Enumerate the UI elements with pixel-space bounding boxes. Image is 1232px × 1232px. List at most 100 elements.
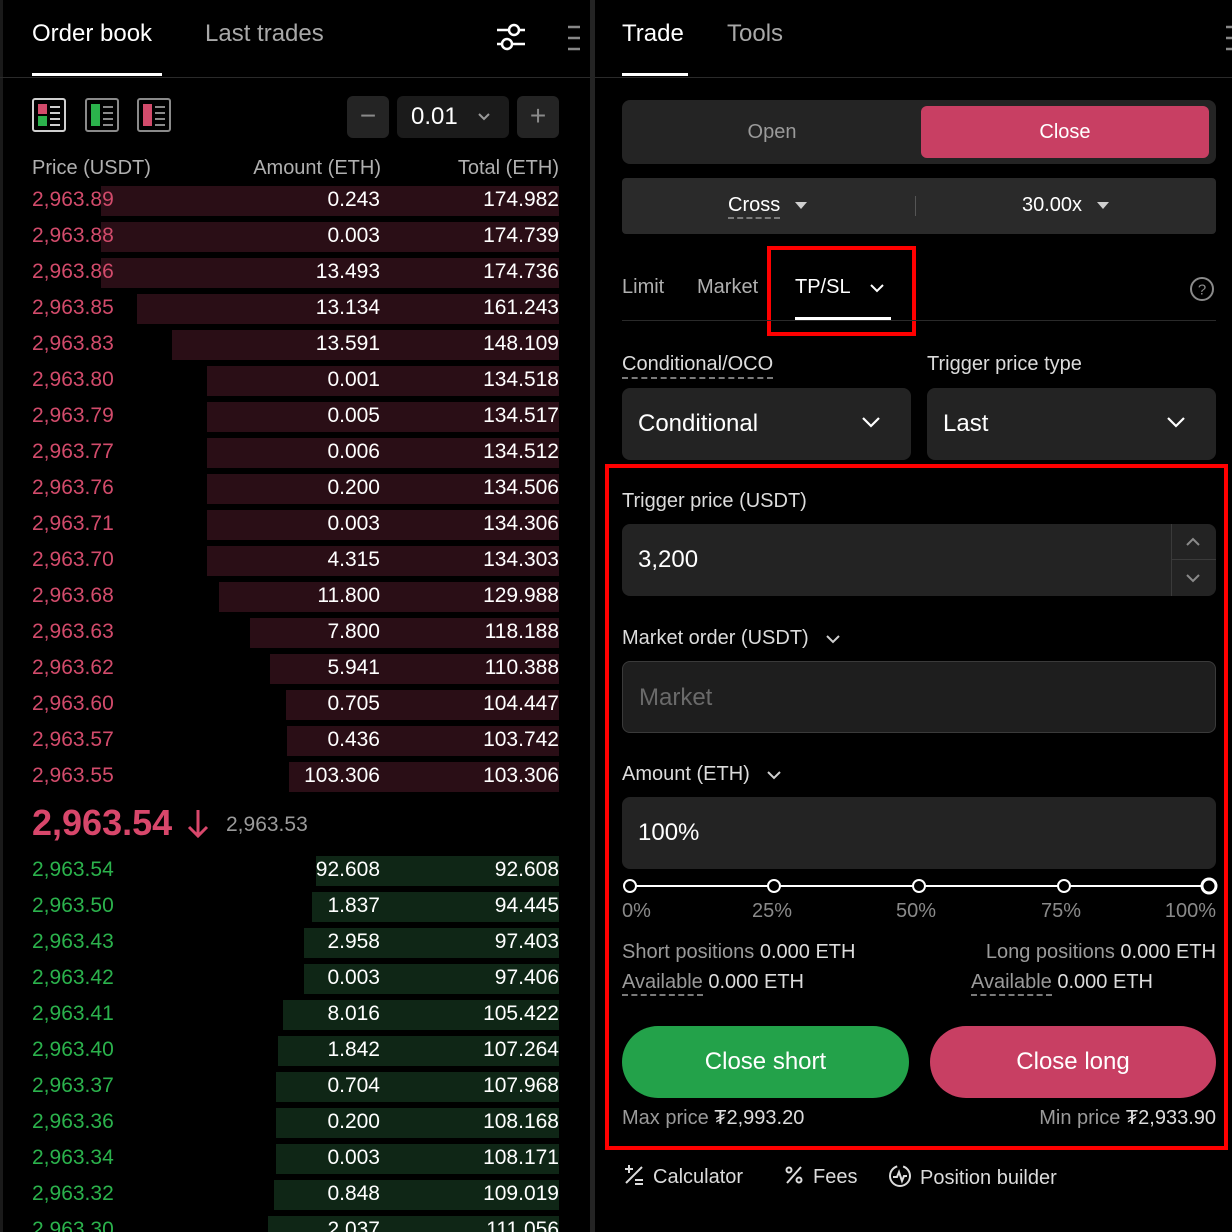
margin-mode-select[interactable]: Cross — [728, 194, 807, 219]
tick-increase-button[interactable]: + — [517, 96, 559, 138]
available-long-info: Available 0.000 ETH — [971, 971, 1153, 996]
ask-row[interactable]: 2,963.83 13.591 148.109 — [0, 328, 590, 362]
ask-row[interactable]: 2,963.88 0.003 174.739 — [0, 220, 590, 254]
bid-row[interactable]: 2,963.41 8.016 105.422 — [0, 998, 590, 1032]
bid-row[interactable]: 2,963.30 2.037 111.056 — [0, 1214, 590, 1232]
tab-order-book[interactable]: Order book — [32, 20, 152, 48]
leverage-value: 30.00x — [1022, 194, 1083, 216]
bid-row[interactable]: 2,963.36 0.200 108.168 — [0, 1106, 590, 1140]
ask-row[interactable]: 2,963.86 13.493 174.736 — [0, 256, 590, 290]
row-amount: 2.037 — [327, 1218, 380, 1232]
row-price: 2,963.57 — [32, 728, 114, 751]
bid-row[interactable]: 2,963.43 2.958 97.403 — [0, 926, 590, 960]
tick-size-select[interactable]: 0.01 — [397, 96, 509, 138]
row-amount: 0.243 — [327, 188, 380, 211]
drag-handle-icon[interactable] — [1224, 24, 1232, 52]
close-long-button[interactable]: Close long — [930, 1026, 1216, 1098]
ask-row[interactable]: 2,963.71 0.003 134.306 — [0, 508, 590, 542]
slider-mark-75[interactable] — [1057, 879, 1071, 893]
tab-last-trades[interactable]: Last trades — [205, 20, 324, 48]
amount-slider[interactable] — [620, 876, 1220, 896]
close-button[interactable]: Close — [921, 106, 1209, 158]
market-order-label-toggle[interactable]: Market order (USDT) — [622, 627, 841, 650]
view-both-button[interactable] — [32, 98, 66, 132]
available-label[interactable]: Available — [622, 971, 703, 996]
row-total: 97.406 — [494, 966, 559, 989]
available-label[interactable]: Available — [971, 971, 1052, 996]
ask-row[interactable]: 2,963.77 0.006 134.512 — [0, 436, 590, 470]
ask-row[interactable]: 2,963.60 0.705 104.447 — [0, 688, 590, 722]
row-price: 2,963.76 — [32, 476, 114, 499]
ask-row[interactable]: 2,963.70 4.315 134.303 — [0, 544, 590, 578]
row-price: 2,963.83 — [32, 332, 114, 355]
ask-row[interactable]: 2,963.85 13.134 161.243 — [0, 292, 590, 326]
open-button[interactable]: Open — [625, 106, 919, 158]
orderbook-panel: Order book Last trades − 0.01 + Price (U… — [0, 0, 590, 1232]
calculator-tool[interactable]: Calculator — [623, 1164, 743, 1189]
slider-mark-25[interactable] — [767, 879, 781, 893]
help-icon[interactable]: ? — [1189, 276, 1215, 302]
row-total: 111.056 — [486, 1218, 559, 1232]
min-price-label: Min price — [1039, 1107, 1121, 1129]
slider-mark-0[interactable] — [623, 879, 637, 893]
bid-row[interactable]: 2,963.50 1.837 94.445 — [0, 890, 590, 924]
chevron-up-icon[interactable] — [1185, 537, 1201, 547]
margin-leverage-bar — [622, 178, 1216, 234]
row-price: 2,963.71 — [32, 512, 114, 535]
ask-row[interactable]: 2,963.63 7.800 118.188 — [0, 616, 590, 650]
slider-handle[interactable] — [1200, 877, 1218, 895]
bid-row[interactable]: 2,963.32 0.848 109.019 — [0, 1178, 590, 1212]
ask-row[interactable]: 2,963.55 103.306 103.306 — [0, 760, 590, 794]
ask-row[interactable]: 2,963.68 11.800 129.988 — [0, 580, 590, 614]
ask-row[interactable]: 2,963.76 0.200 134.506 — [0, 472, 590, 506]
conditional-oco-label[interactable]: Conditional/OCO — [622, 353, 774, 379]
drag-handle-icon[interactable] — [566, 24, 582, 52]
row-price: 2,963.37 — [32, 1074, 114, 1097]
percent-icon — [785, 1166, 803, 1184]
total-column-header: Total (ETH) — [457, 157, 559, 179]
bid-row[interactable]: 2,963.42 0.003 97.406 — [0, 962, 590, 996]
ask-row[interactable]: 2,963.57 0.436 103.742 — [0, 724, 590, 758]
row-amount: 13.134 — [315, 296, 380, 319]
row-price: 2,963.30 — [32, 1218, 114, 1232]
leverage-select[interactable]: 30.00x — [1022, 194, 1109, 217]
row-price: 2,963.86 — [32, 260, 114, 283]
tab-limit[interactable]: Limit — [622, 276, 664, 299]
view-bids-button[interactable] — [85, 98, 119, 132]
trade-tabbar: Trade Tools — [595, 0, 1232, 78]
chevron-down-icon[interactable] — [1185, 573, 1201, 583]
fees-tool[interactable]: Fees — [783, 1164, 857, 1189]
settings-sliders-icon[interactable] — [495, 22, 527, 52]
row-total: 148.109 — [483, 332, 559, 355]
ask-row[interactable]: 2,963.79 0.005 134.517 — [0, 400, 590, 434]
trigger-type-select[interactable]: Last — [927, 388, 1216, 460]
row-amount: 8.016 — [327, 1002, 380, 1025]
slider-mark-50[interactable] — [912, 879, 926, 893]
tab-tools[interactable]: Tools — [727, 20, 783, 48]
ask-row[interactable]: 2,963.80 0.001 134.518 — [0, 364, 590, 398]
row-total: 110.388 — [484, 656, 559, 679]
position-builder-tool[interactable]: Position builder — [888, 1164, 1057, 1190]
view-asks-button[interactable] — [137, 98, 171, 132]
conditional-select[interactable]: Conditional — [622, 388, 911, 460]
ask-row[interactable]: 2,963.62 5.941 110.388 — [0, 652, 590, 686]
trigger-price-input[interactable]: 3,200 — [622, 524, 1216, 596]
bid-row[interactable]: 2,963.40 1.842 107.264 — [0, 1034, 590, 1068]
slider-label-100: 100% — [1164, 900, 1216, 922]
amount-label-toggle[interactable]: Amount (ETH) — [622, 763, 782, 786]
tick-decrease-button[interactable]: − — [347, 96, 389, 138]
bid-row[interactable]: 2,963.37 0.704 107.968 — [0, 1070, 590, 1104]
row-amount: 1.842 — [327, 1038, 380, 1061]
bid-row[interactable]: 2,963.34 0.003 108.171 — [0, 1142, 590, 1176]
amount-input[interactable]: 100% — [622, 797, 1216, 869]
close-short-button[interactable]: Close short — [622, 1026, 909, 1098]
row-amount: 103.306 — [304, 764, 380, 787]
market-order-input[interactable]: Market — [622, 661, 1216, 733]
row-price: 2,963.63 — [32, 620, 114, 643]
tab-trade[interactable]: Trade — [622, 20, 684, 48]
bid-row[interactable]: 2,963.54 92.608 92.608 — [0, 854, 590, 888]
ask-row[interactable]: 2,963.89 0.243 174.982 — [0, 184, 590, 218]
tab-market[interactable]: Market — [697, 276, 758, 299]
max-price-info: Max price ₮2,993.20 — [622, 1107, 804, 1130]
tab-tpsl[interactable]: TP/SL — [795, 276, 885, 299]
